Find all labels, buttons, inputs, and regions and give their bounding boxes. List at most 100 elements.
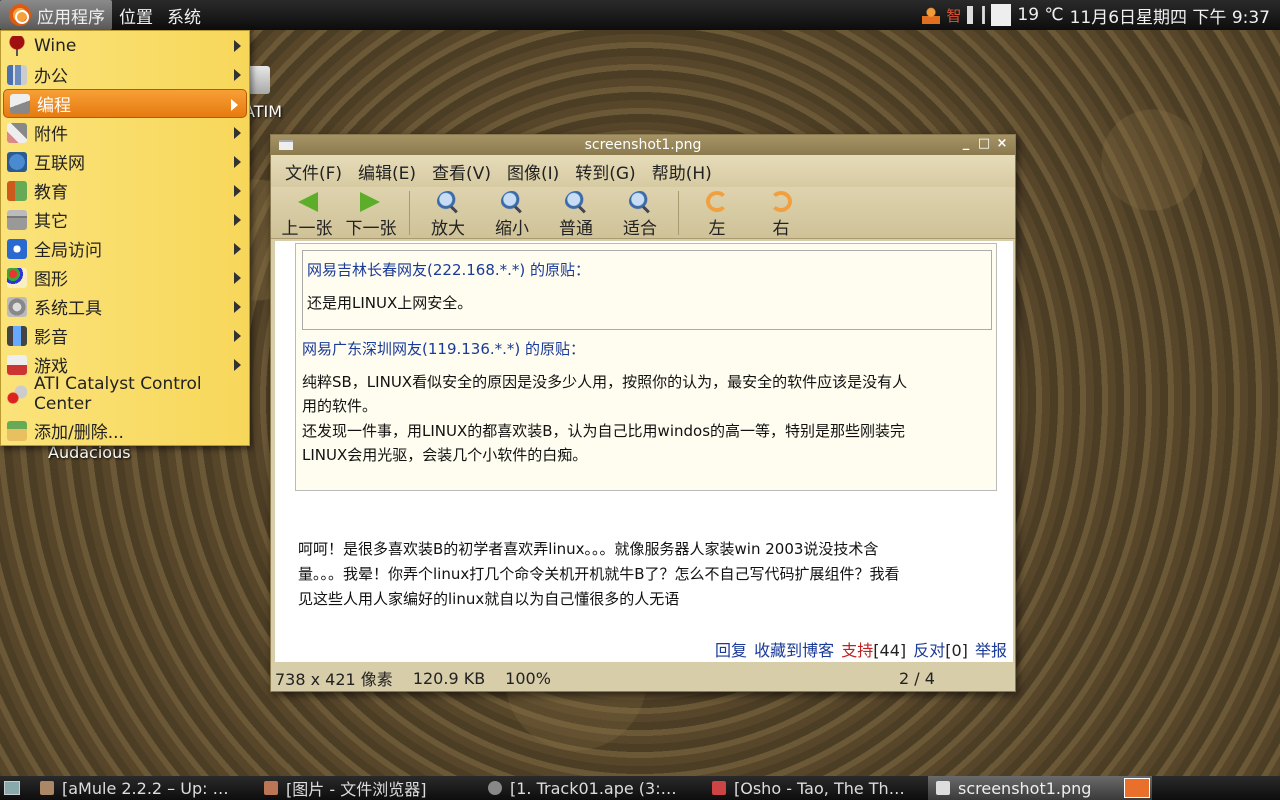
accessories-icon <box>7 122 27 143</box>
menu-item-internet[interactable]: 互联网 <box>1 147 249 176</box>
workspace-switcher[interactable] <box>1124 778 1150 798</box>
task-image-viewer[interactable]: screenshot1.png <box>928 776 1152 800</box>
menu-item-ati-catalyst[interactable]: ATI Catalyst Control Center <box>1 374 249 414</box>
previous-label: 上一张 <box>281 219 333 239</box>
places-menu[interactable]: 位置 <box>112 0 160 30</box>
minimize-button[interactable]: _ <box>959 137 973 151</box>
menu-item-other[interactable]: 其它 <box>1 205 249 234</box>
clock[interactable]: 11月6日星期四 下午 9:37 <box>1070 3 1270 28</box>
fit-label: 适合 <box>623 219 657 239</box>
zoom-level: 100% <box>505 668 551 688</box>
task-audio-player[interactable]: [1. Track01.ape (3:… <box>480 776 704 800</box>
window-titlebar[interactable]: screenshot1.png _ □ × <box>271 135 1015 155</box>
panel-menu-bar: 应用程序 位置 系统 <box>0 0 208 30</box>
menu-file[interactable]: 文件(F) <box>277 159 350 184</box>
outer-quote-header: 网易广东深圳网友(119.136.*.*) 的原贴： <box>302 340 586 358</box>
window-title: screenshot1.png <box>584 137 702 153</box>
zoom-in-label: 放大 <box>431 219 465 239</box>
submenu-arrow-icon <box>234 272 241 284</box>
menu-item-office[interactable]: 办公 <box>1 60 249 89</box>
next-button[interactable]: 下一张 <box>339 187 403 239</box>
folder-icon <box>264 781 278 795</box>
user-status-icon[interactable] <box>922 6 941 24</box>
arrow-right-icon <box>360 192 382 212</box>
zoom-out-button[interactable]: 缩小 <box>480 187 544 239</box>
previous-button[interactable]: 上一张 <box>275 187 339 239</box>
menu-item-label: 图形 <box>34 270 68 290</box>
submenu-arrow-icon <box>234 156 241 168</box>
add-remove-icon <box>7 420 27 441</box>
menu-item-wine[interactable]: Wine <box>1 31 249 60</box>
menu-go[interactable]: 转到(G) <box>567 159 643 184</box>
post-line: 呵呵！是很多喜欢装B的初学者喜欢弄linux。。。就像服务器人家装win 200… <box>298 540 879 558</box>
menu-help[interactable]: 帮助(H) <box>644 159 720 184</box>
task-file-browser[interactable]: [图片 - 文件浏览器] <box>256 776 480 800</box>
rotate-left-button[interactable]: 左 <box>685 187 749 239</box>
menu-item-accessories[interactable]: 附件 <box>1 118 249 147</box>
viewer-toolbar: 上一张 下一张 放大 缩小 普通 适合 左 右 <box>271 187 1015 239</box>
menu-item-programming[interactable]: 编程 <box>3 89 247 118</box>
accessibility-icon <box>7 238 27 259</box>
menu-item-label: 系统工具 <box>34 299 102 319</box>
input-method-indicator[interactable]: 智 <box>946 5 961 26</box>
system-tray: 智 19 ℃ 11月6日星期四 下午 9:37 <box>922 0 1280 30</box>
menu-item-graphics[interactable]: 图形 <box>1 263 249 292</box>
zoom-out-icon <box>501 191 523 212</box>
menu-item-label: 影音 <box>34 328 68 348</box>
submenu-arrow-icon <box>234 301 241 313</box>
applications-menu[interactable]: 应用程序 <box>0 0 112 30</box>
outer-quote-line: 纯粹SB，LINUX看似安全的原因是没多少人用，按照你的认为，最安全的软件应该是… <box>302 373 908 391</box>
ati-icon <box>7 383 27 404</box>
weather-icon[interactable] <box>991 4 1012 26</box>
post-line: 见这些人用人家编好的linux就自以为自己懂很多的人无语 <box>298 590 680 608</box>
normal-size-button[interactable]: 普通 <box>544 187 608 239</box>
toolbar-separator <box>678 191 679 235</box>
multimedia-icon <box>7 325 27 346</box>
temperature[interactable]: 19 ℃ <box>1017 5 1063 25</box>
submenu-arrow-icon <box>234 359 241 371</box>
internet-icon <box>7 151 27 172</box>
toolbar-separator <box>409 191 410 235</box>
rotate-right-button[interactable]: 右 <box>749 187 813 239</box>
task-label: screenshot1.png <box>958 778 1092 798</box>
menu-item-label: Wine <box>34 35 77 56</box>
show-desktop-icon[interactable] <box>4 781 20 795</box>
zoom-in-icon <box>437 191 459 212</box>
bottom-taskbar: [aMule 2.2.2 – Up: … [图片 - 文件浏览器] [1. Tr… <box>0 776 1280 800</box>
zoom-normal-icon <box>565 191 587 212</box>
window-menu-icon[interactable] <box>279 140 293 150</box>
submenu-arrow-icon <box>234 330 241 342</box>
menu-image[interactable]: 图像(I) <box>499 159 567 184</box>
menu-item-label: 附件 <box>34 125 68 145</box>
ubuntu-logo-icon <box>9 4 31 26</box>
image-display-area[interactable]: 网易吉林长春网友(222.168.*.*) 的原贴： 还是用LINUX上网安全。… <box>275 241 1013 662</box>
next-label: 下一张 <box>345 219 397 239</box>
menu-view[interactable]: 查看(V) <box>424 159 499 184</box>
menu-edit[interactable]: 编辑(E) <box>350 159 424 184</box>
task-label: [图片 - 文件浏览器] <box>286 780 427 799</box>
task-label: [aMule 2.2.2 – Up: … <box>62 778 229 798</box>
volume-icon[interactable] <box>967 6 986 24</box>
close-button[interactable]: × <box>995 137 1009 151</box>
maximize-button[interactable]: □ <box>977 137 991 151</box>
fit-button[interactable]: 适合 <box>608 187 672 239</box>
image-dimensions: 738 x 421 像素 <box>275 670 393 689</box>
menu-item-accessibility[interactable]: 全局访问 <box>1 234 249 263</box>
task-document[interactable]: [Osho - Tao, The Th… <box>704 776 928 800</box>
task-amule[interactable]: [aMule 2.2.2 – Up: … <box>32 776 256 800</box>
submenu-arrow-icon <box>234 40 241 52</box>
system-menu[interactable]: 系统 <box>160 0 208 30</box>
menu-item-label: 互联网 <box>34 154 85 174</box>
menu-item-multimedia[interactable]: 影音 <box>1 321 249 350</box>
inner-quote-text: 还是用LINUX上网安全。 <box>307 294 473 312</box>
zoom-in-button[interactable]: 放大 <box>416 187 480 239</box>
menu-item-system-tools[interactable]: 系统工具 <box>1 292 249 321</box>
menu-item-add-remove[interactable]: 添加/删除... <box>1 416 249 445</box>
viewer-menubar: 文件(F) 编辑(E) 查看(V) 图像(I) 转到(G) 帮助(H) <box>271 155 1015 187</box>
submenu-arrow-icon <box>231 99 238 111</box>
menu-item-education[interactable]: 教育 <box>1 176 249 205</box>
wine-icon <box>7 35 27 56</box>
outer-quote-line: 用的软件。 <box>302 397 378 415</box>
audio-player-icon <box>488 781 502 795</box>
rotate-right-icon <box>770 191 792 212</box>
